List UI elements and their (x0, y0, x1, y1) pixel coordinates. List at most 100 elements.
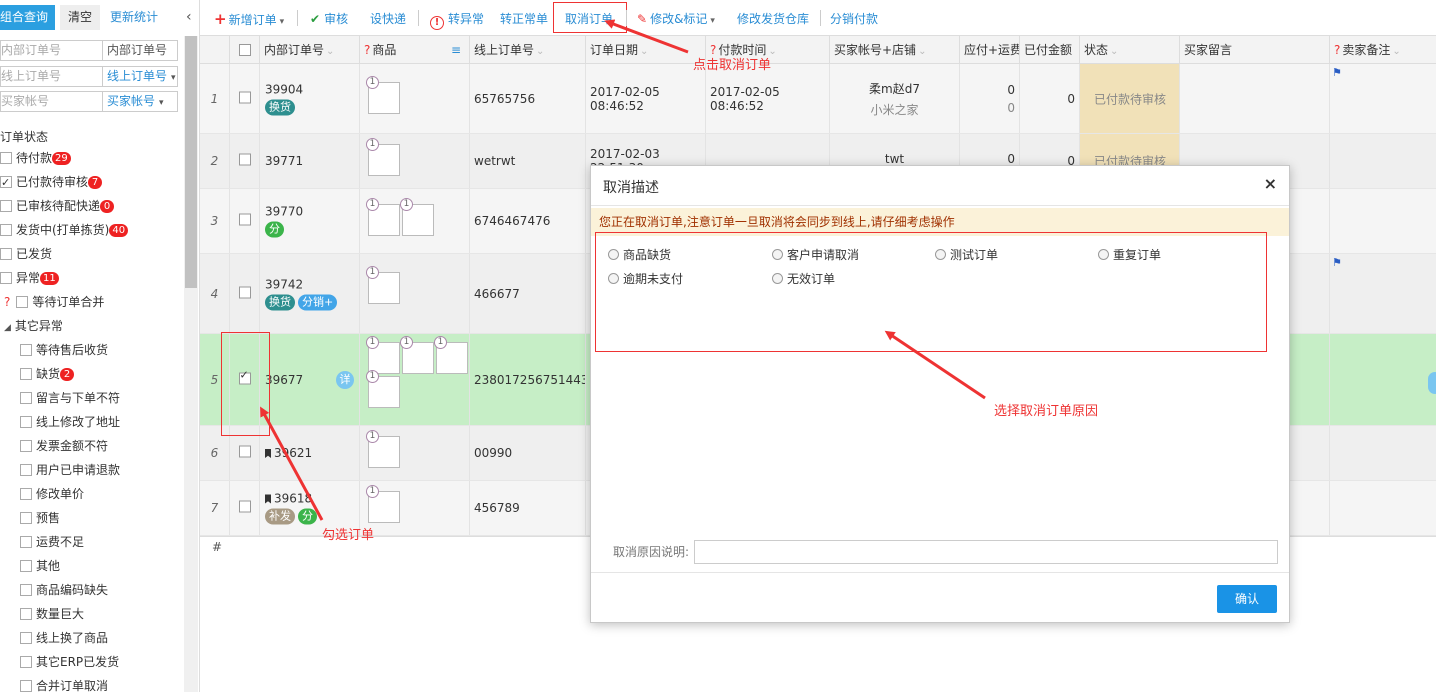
buyer-account-select[interactable]: 买家帐号 ▾ (102, 92, 178, 111)
abnormal-subitem[interactable]: 线上换了商品 (0, 626, 184, 650)
confirm-button[interactable]: 确认 (1217, 585, 1277, 613)
header-online-no[interactable]: 线上订单号 ⌄ (470, 36, 586, 64)
header-buyer-shop[interactable]: 买家帐号+店铺 ⌄ (830, 36, 960, 64)
table-row[interactable]: 1 39904 换货 1 65765756 2017-02-05 08:46:52 2017… (200, 64, 1436, 134)
online-order-field[interactable]: 线上订单号 线上订单号 ▾ (0, 66, 178, 87)
status-checkbox[interactable] (0, 248, 12, 260)
cancel-order-button[interactable]: 取消订单 (565, 10, 613, 28)
abnormal-subitem[interactable]: 运费不足 (0, 530, 184, 554)
status-checkbox[interactable] (0, 272, 12, 284)
scrollbar-thumb[interactable] (185, 36, 197, 288)
flag-icon[interactable]: ⚑ (1332, 256, 1342, 269)
status-item[interactable]: 待付款 29 (0, 146, 184, 170)
radio-icon[interactable] (772, 249, 783, 260)
subitem-checkbox[interactable] (20, 416, 32, 428)
radio-icon[interactable] (608, 249, 619, 260)
internal-order-no[interactable]: 39770 (265, 205, 303, 219)
abnormal-subitem[interactable]: 发票金额不符 (0, 434, 184, 458)
radio-icon[interactable] (772, 273, 783, 284)
subitem-checkbox[interactable] (20, 488, 32, 500)
wait-merge-checkbox[interactable] (16, 296, 29, 308)
clear-button[interactable]: 清空 (60, 5, 100, 30)
status-item[interactable]: 异常 11 (0, 266, 184, 290)
modify-warehouse-button[interactable]: 修改发货仓库 (737, 10, 809, 28)
internal-order-no[interactable]: 39771 (265, 154, 303, 168)
modify-mark-button[interactable]: ✎ 修改&标记 ▾ (637, 10, 715, 28)
subitem-checkbox[interactable] (20, 632, 32, 644)
reason-option-duplicate[interactable]: 重复订单 (1098, 245, 1161, 265)
internal-order-no[interactable]: 39621 (274, 446, 312, 460)
reason-option-customer-request[interactable]: 客户申请取消 (772, 245, 859, 265)
refresh-stats-link[interactable]: 更新统计 (110, 5, 158, 30)
internal-order-no[interactable]: 39618 (274, 492, 312, 506)
close-icon[interactable]: × (1264, 174, 1277, 193)
column-menu-icon[interactable]: ≡ (451, 36, 461, 64)
abnormal-subitem[interactable]: 其他 (0, 554, 184, 578)
row-checkbox[interactable] (238, 213, 251, 226)
to-abnormal-button[interactable]: ! 转异常 (430, 10, 484, 30)
select-all-checkbox[interactable] (239, 44, 251, 56)
row-checkbox-cell[interactable] (230, 64, 260, 133)
right-edge-badge[interactable] (1428, 372, 1436, 394)
reason-option-test-order[interactable]: 测试订单 (935, 245, 998, 265)
internal-order-no[interactable]: 39677 (265, 373, 303, 387)
wait-merge-item[interactable]: ? 等待订单合并 (0, 290, 184, 314)
abnormal-subitem[interactable]: 合并订单取消 (0, 674, 184, 692)
abnormal-subitem[interactable]: 数量巨大 (0, 602, 184, 626)
status-item[interactable]: 已付款待审核7 (0, 170, 184, 195)
status-checkbox[interactable] (0, 152, 12, 164)
internal-order-no[interactable]: 39742 (265, 277, 303, 291)
subitem-checkbox[interactable] (20, 680, 32, 692)
row-checkbox-cell[interactable] (230, 254, 260, 333)
subitem-checkbox[interactable] (20, 512, 32, 524)
abnormal-subitem[interactable]: 预售 (0, 506, 184, 530)
reason-option-overdue[interactable]: 逾期未支付 (608, 269, 683, 289)
subitem-checkbox[interactable] (20, 560, 32, 572)
to-normal-button[interactable]: 转正常单 (500, 10, 548, 28)
header-seller-note[interactable]: ? 卖家备注 ⌄ (1330, 36, 1436, 64)
internal-order-select[interactable]: 内部订单号 (102, 41, 178, 60)
subitem-checkbox[interactable] (20, 392, 32, 404)
header-internal-no[interactable]: 内部订单号 ⌄ (260, 36, 360, 64)
reason-input[interactable] (694, 540, 1278, 564)
header-product[interactable]: ? 商品 ≡ (360, 36, 470, 64)
status-item[interactable]: 已发货 (0, 242, 184, 266)
header-paid[interactable]: 已付金额 (1020, 36, 1080, 64)
radio-icon[interactable] (1098, 249, 1109, 260)
row-checkbox[interactable] (238, 445, 251, 458)
radio-icon[interactable] (608, 273, 619, 284)
set-express-button[interactable]: 设快递 (370, 10, 406, 28)
row-checkbox[interactable] (238, 500, 251, 513)
subitem-checkbox[interactable] (20, 344, 32, 356)
row-checkbox-cell[interactable] (230, 134, 260, 188)
sidebar-scrollbar[interactable] (184, 36, 198, 692)
subitem-checkbox[interactable] (20, 584, 32, 596)
combo-query-button[interactable]: 组合查询 (0, 5, 55, 30)
subitem-checkbox[interactable] (20, 608, 32, 620)
row-checkbox[interactable] (238, 286, 251, 298)
abnormal-subitem[interactable]: 等待售后收货 (0, 338, 184, 362)
new-order-button[interactable]: + 新增订单 ▾ (214, 10, 284, 28)
abnormal-subitem[interactable]: 其它ERP已发货 (0, 650, 184, 674)
abnormal-subitem[interactable]: 修改单价 (0, 482, 184, 506)
header-payable[interactable]: 应付+运费 (960, 36, 1020, 64)
header-select-all[interactable] (230, 36, 260, 64)
subitem-checkbox[interactable] (20, 656, 32, 668)
subitem-checkbox[interactable] (20, 536, 32, 548)
abnormal-subitem[interactable]: 用户已申请退款 (0, 458, 184, 482)
buyer-account-field[interactable]: 买家帐号 买家帐号 ▾ (0, 91, 178, 112)
abnormal-subitem[interactable]: 线上修改了地址 (0, 410, 184, 434)
reason-option-invalid[interactable]: 无效订单 (772, 269, 835, 289)
header-order-date[interactable]: 订单日期 ⌄ (586, 36, 706, 64)
other-abnormal-group[interactable]: ◢ 其它异常 (0, 314, 184, 338)
header-status[interactable]: 状态 ⌄ (1080, 36, 1180, 64)
collapse-sidebar-icon[interactable]: ‹ (186, 5, 192, 30)
header-buyer-msg[interactable]: 买家留言 (1180, 36, 1330, 64)
subitem-checkbox[interactable] (20, 368, 32, 380)
online-order-select[interactable]: 线上订单号 ▾ (102, 67, 178, 86)
status-checkbox[interactable] (0, 171, 12, 195)
row-checkbox-cell[interactable] (230, 189, 260, 253)
status-checkbox[interactable] (0, 224, 12, 236)
abnormal-subitem[interactable]: 缺货 2 (0, 362, 184, 386)
row-checkbox-cell[interactable] (230, 481, 260, 535)
